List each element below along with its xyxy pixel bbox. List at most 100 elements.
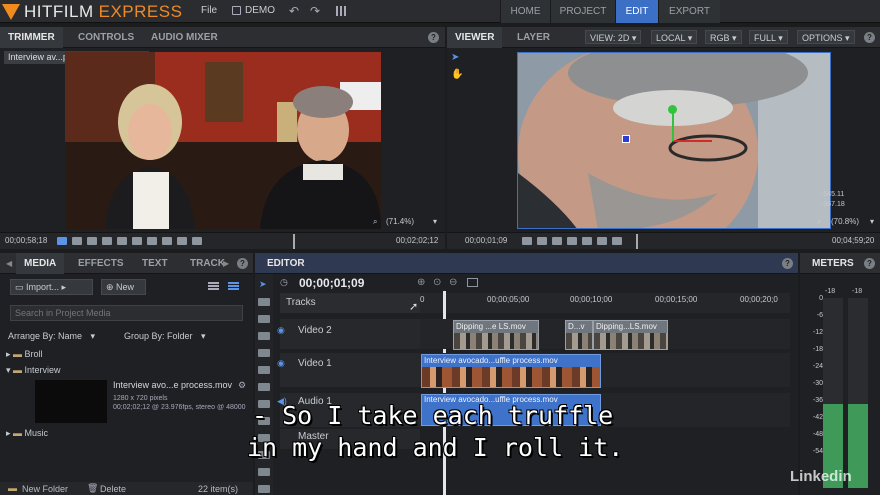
tab-controls[interactable]: CONTROLS (70, 27, 142, 48)
clip-interview-video[interactable]: Interview avocado...uffle process.mov (421, 354, 601, 388)
slide-tool-icon[interactable] (258, 383, 270, 391)
gizmo-center-handle[interactable] (668, 105, 677, 114)
resolution-select[interactable]: FULL ▾ (749, 30, 788, 44)
audio-tool-icon[interactable] (258, 485, 270, 493)
select-tool-icon[interactable]: ➤ (451, 52, 459, 63)
rate-tool-icon[interactable] (258, 366, 270, 374)
tab-edit[interactable]: EDIT (615, 0, 658, 23)
tab-audio-mixer[interactable]: AUDIO MIXER (143, 27, 226, 48)
eye-icon[interactable]: ◉ (277, 325, 285, 336)
group-select[interactable]: Group By: Folder ▾ (124, 331, 206, 342)
trash-icon[interactable]: 🗑 (87, 483, 98, 494)
mark-in-icon[interactable] (72, 237, 82, 245)
overlay-icon[interactable] (192, 237, 202, 245)
loop-icon[interactable] (522, 237, 532, 245)
select-tool-icon[interactable]: ➤ (259, 279, 267, 290)
track-header-video2[interactable]: ◉ Video 2 (277, 319, 420, 349)
list-view-icon[interactable] (208, 282, 219, 291)
detail-view-icon[interactable] (228, 282, 239, 291)
trimmer-playhead[interactable] (293, 234, 295, 249)
new-folder-button[interactable]: New Folder (22, 484, 68, 494)
magnet-icon[interactable] (258, 468, 270, 476)
snapshot-icon[interactable] (467, 278, 478, 287)
gear-icon[interactable]: ⚙ (238, 380, 246, 391)
redo-icon[interactable]: ↷ (310, 4, 320, 18)
loop-icon[interactable] (57, 237, 67, 245)
zoom-icon[interactable]: ⌕ (373, 217, 377, 227)
undo-icon[interactable]: ↶ (289, 4, 299, 18)
help-icon[interactable]: ? (864, 32, 875, 43)
help-icon[interactable]: ? (864, 258, 875, 269)
eye-icon[interactable]: ◉ (277, 358, 285, 369)
tab-export[interactable]: EXPORT (658, 0, 720, 23)
mark-out-icon[interactable] (87, 237, 97, 245)
zoom-reset-icon[interactable]: ⊙ (433, 277, 441, 288)
step-forward-icon[interactable] (597, 237, 607, 245)
help-icon[interactable]: ? (237, 258, 248, 269)
ripple-tool-icon[interactable] (258, 332, 270, 340)
clip-dipping-1[interactable]: Dipping ...e LS.mov (453, 320, 539, 350)
step-back-icon[interactable] (582, 237, 592, 245)
anchor-point-handle[interactable] (622, 135, 630, 143)
viewer-zoom[interactable]: (70.8%) (831, 217, 859, 226)
folder-music[interactable]: ▸ ▬ Music (6, 425, 48, 441)
step-back-icon[interactable] (117, 237, 127, 245)
editor-timecode[interactable]: 00;00;01;09 (299, 276, 364, 290)
tab-layer[interactable]: LAYER (509, 27, 558, 48)
media-search-input[interactable] (10, 305, 243, 321)
delete-button[interactable]: Delete (100, 484, 126, 494)
tab-home[interactable]: HOME (500, 0, 550, 23)
channel-select[interactable]: RGB ▾ (705, 30, 742, 44)
new-button[interactable]: ⊕ New (101, 279, 146, 295)
chevron-down-icon[interactable]: ▾ (433, 217, 437, 226)
razor-tool-icon[interactable] (258, 315, 270, 323)
viewer-video[interactable] (517, 52, 831, 229)
trimmer-zoom[interactable]: (71.4%) (386, 217, 414, 226)
options-menu[interactable]: OPTIONS ▾ (797, 30, 855, 44)
slip-tool-icon[interactable] (258, 298, 270, 306)
x-axis-gizmo[interactable] (672, 140, 712, 142)
tab-trimmer[interactable]: TRIMMER (0, 27, 63, 48)
grid-icon[interactable] (336, 6, 346, 16)
goto-start-icon[interactable] (102, 237, 112, 245)
zoom-icon[interactable]: ⌕ (817, 217, 821, 227)
project-name[interactable]: DEMO (245, 5, 275, 16)
chevron-right-icon[interactable]: ▶ (223, 259, 229, 268)
import-button[interactable]: ▭ Import... ▸ (10, 279, 93, 295)
insert-icon[interactable] (177, 237, 187, 245)
timeline-ruler[interactable]: 0 00;00;05;00 00;00;10;00 00;00;15;00 00… (420, 293, 790, 313)
chevron-left-icon[interactable]: ◀ (6, 259, 12, 268)
help-icon[interactable]: ? (782, 258, 793, 269)
hand-tool-icon[interactable]: ✋ (451, 69, 463, 80)
new-folder-icon[interactable]: ▬ (8, 483, 17, 493)
arrange-select[interactable]: Arrange By: Name ▾ (8, 331, 95, 342)
space-select[interactable]: LOCAL ▾ (651, 30, 698, 44)
media-thumbnail[interactable] (35, 380, 107, 423)
pause-icon[interactable] (612, 237, 622, 245)
folder-broll[interactable]: ▸ ▬ Broll (6, 346, 43, 362)
zoom-out-icon[interactable]: ⊖ (449, 277, 457, 288)
tab-viewer[interactable]: VIEWER (447, 27, 503, 48)
tab-project[interactable]: PROJECT (550, 0, 615, 23)
media-item-name[interactable]: Interview avo...e process.mov (113, 380, 232, 390)
chevron-down-icon[interactable]: ▾ (870, 217, 874, 226)
help-icon[interactable]: ? (428, 32, 439, 43)
roll-tool-icon[interactable] (258, 349, 270, 357)
play-icon[interactable] (147, 237, 157, 245)
folder-interview[interactable]: ▾ ▬ Interview (6, 362, 61, 378)
view-mode-select[interactable]: VIEW: 2D ▾ (585, 30, 642, 44)
tab-media[interactable]: MEDIA (16, 253, 65, 274)
tab-text[interactable]: TEXT (134, 253, 176, 274)
track-header-video1[interactable]: ◉ Video 1 (277, 353, 420, 387)
file-menu[interactable]: File (201, 5, 217, 16)
goto-end-icon[interactable] (162, 237, 172, 245)
goto-start-icon[interactable] (567, 237, 577, 245)
mark-out-icon[interactable] (552, 237, 562, 245)
tab-effects[interactable]: EFFECTS (70, 253, 132, 274)
step-forward-icon[interactable] (132, 237, 142, 245)
clip-dipping-2[interactable]: D...v (565, 320, 593, 350)
save-icon[interactable] (232, 6, 241, 15)
mark-in-icon[interactable] (537, 237, 547, 245)
viewer-playhead[interactable] (636, 234, 638, 249)
zoom-in-icon[interactable]: ⊕ (417, 277, 425, 288)
